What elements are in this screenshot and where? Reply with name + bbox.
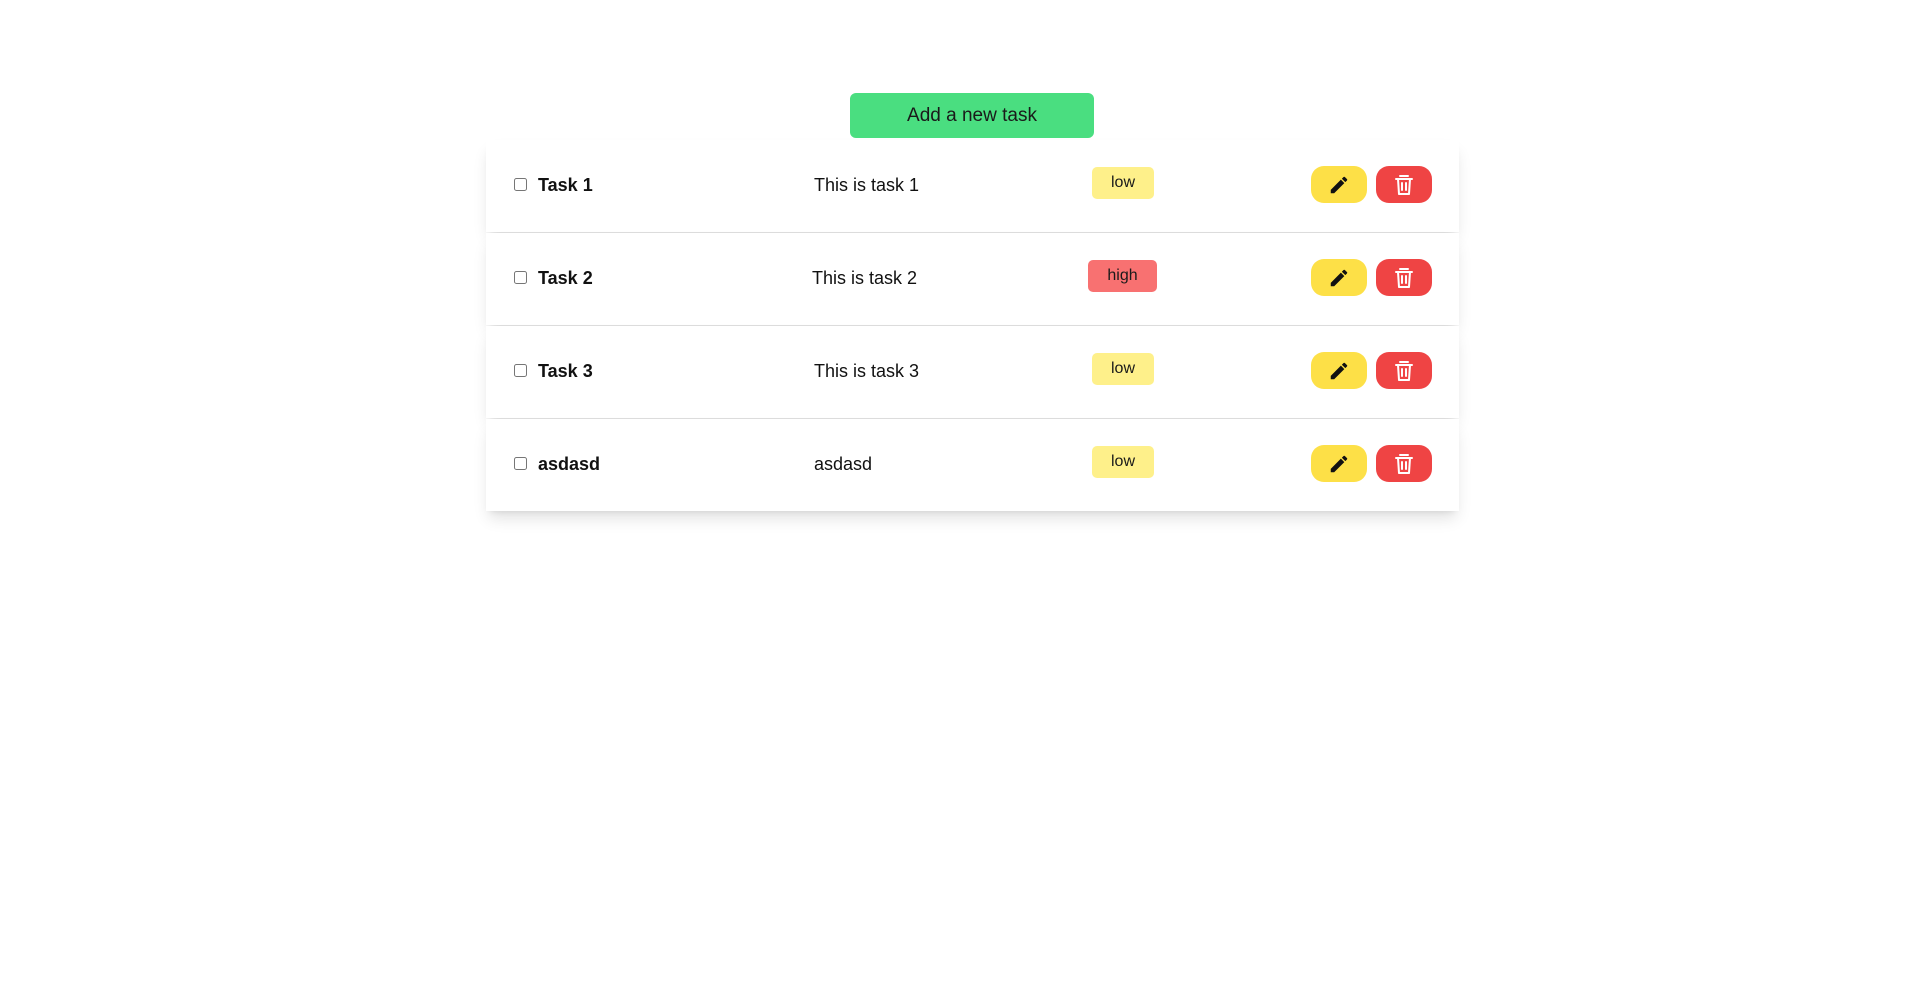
task-description: asdasd: [814, 454, 873, 474]
task-row: asdasd asdasd low: [486, 419, 1459, 511]
task-description: This is task 2: [812, 268, 918, 288]
pencil-icon: [1328, 360, 1350, 382]
trash-icon: [1394, 267, 1414, 289]
priority-badge: low: [1092, 446, 1154, 478]
task-title: Task 1: [538, 175, 593, 195]
edit-task-button[interactable]: [1311, 166, 1367, 203]
trash-icon: [1394, 174, 1414, 196]
task-description: This is task 3: [814, 361, 920, 381]
task-list: Task 1 This is task 1 low Task 2 This is…: [486, 140, 1459, 512]
pencil-icon: [1328, 267, 1350, 289]
task-complete-checkbox[interactable]: [514, 364, 527, 377]
page: Add a new task Task 1 This is task 1 low…: [0, 0, 1922, 981]
task-complete-checkbox[interactable]: [514, 271, 527, 284]
priority-badge: low: [1092, 167, 1154, 199]
delete-task-button[interactable]: [1376, 352, 1432, 389]
edit-task-button[interactable]: [1311, 259, 1367, 296]
add-task-button[interactable]: Add a new task: [850, 93, 1094, 138]
delete-task-button[interactable]: [1376, 445, 1432, 482]
priority-badge: high: [1088, 260, 1157, 292]
task-title: asdasd: [538, 454, 601, 474]
edit-task-button[interactable]: [1311, 352, 1367, 389]
edit-task-button[interactable]: [1311, 445, 1367, 482]
priority-badge: low: [1092, 353, 1154, 385]
task-complete-checkbox[interactable]: [514, 457, 527, 470]
task-row: Task 2 This is task 2 high: [486, 233, 1459, 325]
delete-task-button[interactable]: [1376, 166, 1432, 203]
pencil-icon: [1328, 453, 1350, 475]
delete-task-button[interactable]: [1376, 259, 1432, 296]
task-row: Task 1 This is task 1 low: [486, 140, 1459, 232]
pencil-icon: [1328, 174, 1350, 196]
trash-icon: [1394, 453, 1414, 475]
task-description: This is task 1: [814, 175, 920, 195]
task-complete-checkbox[interactable]: [514, 178, 527, 191]
trash-icon: [1394, 360, 1414, 382]
task-row: Task 3 This is task 3 low: [486, 326, 1459, 418]
task-title: Task 3: [538, 361, 593, 381]
task-title: Task 2: [538, 268, 593, 288]
